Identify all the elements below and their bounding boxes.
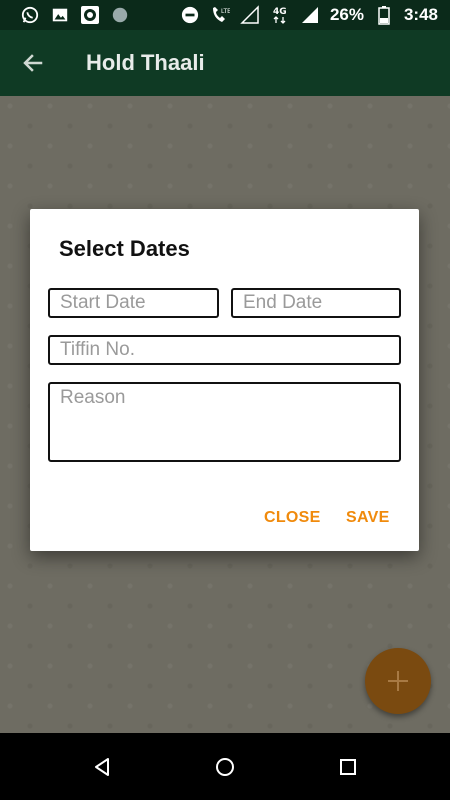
save-button[interactable]: SAVE [346, 509, 390, 527]
triangle-back-icon [94, 757, 109, 776]
tiffin-number-field[interactable] [48, 335, 401, 365]
start-date-field[interactable] [48, 288, 219, 318]
battery-percent: 26% [329, 5, 364, 24]
app-bar: Hold Thaali [0, 30, 450, 96]
end-date-field[interactable] [231, 288, 401, 318]
navigation-bar [0, 733, 450, 800]
battery-icon [374, 5, 394, 25]
plus-icon [388, 671, 408, 691]
status-left [20, 5, 130, 25]
back-arrow-icon [23, 54, 43, 72]
nav-recents-button[interactable] [318, 737, 378, 797]
do-not-disturb-icon [180, 5, 200, 25]
whatsapp-icon [20, 5, 40, 25]
add-fab-button[interactable] [365, 648, 431, 714]
page-title: Hold Thaali [86, 50, 205, 75]
clock: 3:48 [403, 5, 438, 24]
nav-back-button[interactable] [72, 737, 132, 797]
dialog-title: Select Dates [59, 236, 190, 261]
image-icon [50, 5, 70, 25]
status-right: LTE 4G 26% 3:48 [180, 5, 438, 25]
signal-empty-icon [240, 5, 260, 25]
signal-full-icon [300, 5, 320, 25]
recents-square-icon [340, 758, 357, 775]
svg-text:4G: 4G [273, 7, 287, 17]
record-icon [80, 5, 100, 25]
home-circle-icon [215, 757, 234, 776]
reason-field[interactable] [48, 382, 401, 462]
nav-home-button[interactable] [195, 737, 255, 797]
svg-text:LTE: LTE [221, 8, 230, 15]
circle-icon [110, 5, 130, 25]
network-type-icon: 4G [270, 5, 290, 25]
status-bar: LTE 4G 26% 3:48 [0, 0, 450, 30]
back-button[interactable] [0, 30, 66, 96]
select-dates-dialog: Select Dates CLOSE SAVE [30, 209, 419, 551]
volte-call-icon: LTE [210, 5, 230, 25]
close-button[interactable]: CLOSE [264, 509, 321, 527]
